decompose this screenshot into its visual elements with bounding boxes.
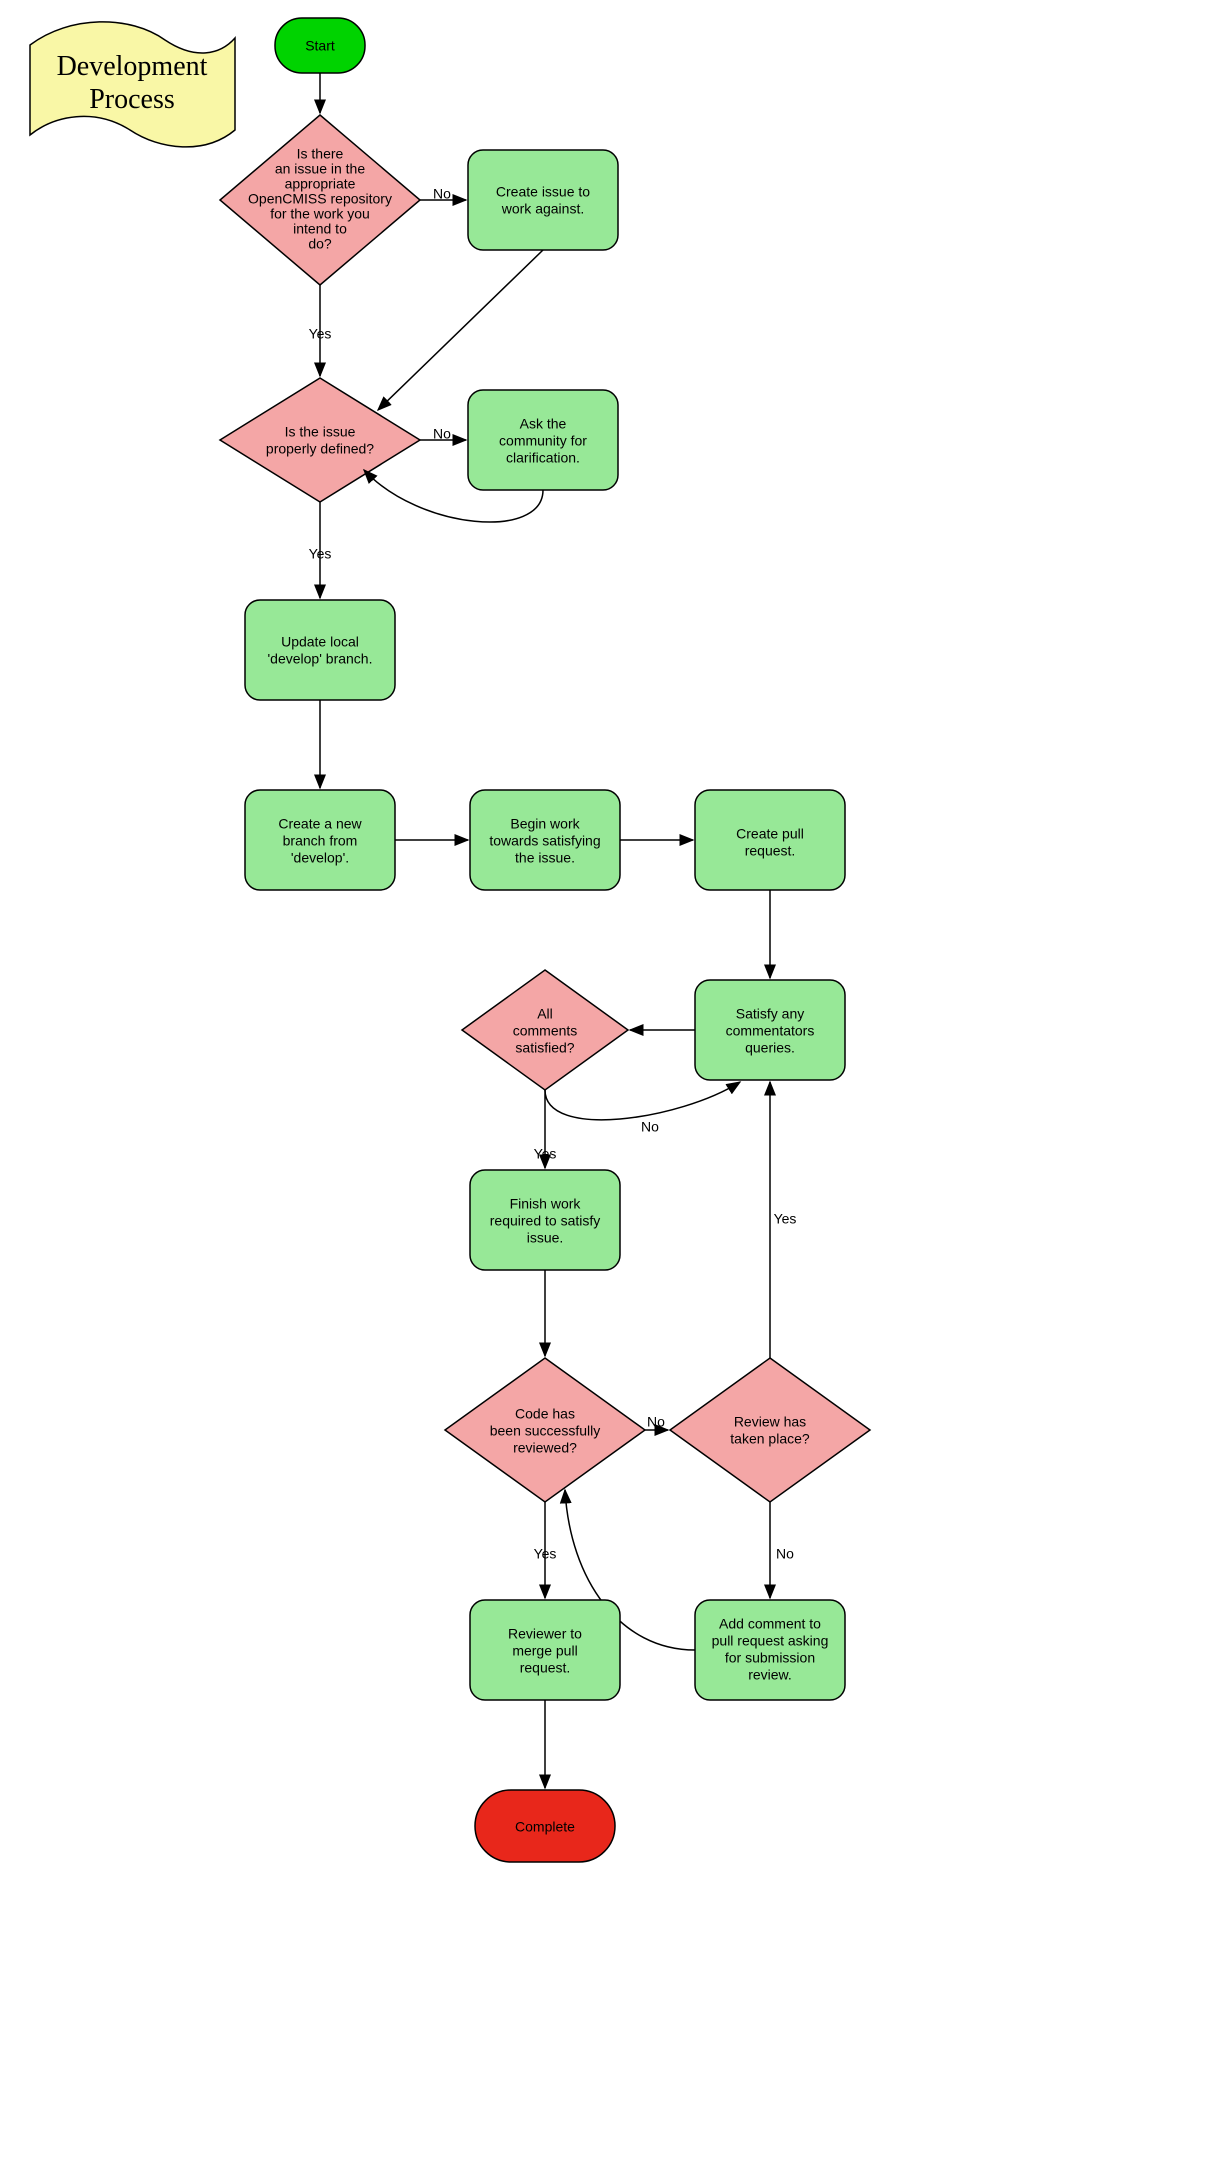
- svg-text:Satisfy any: Satisfy any: [736, 1006, 804, 1022]
- svg-text:request.: request.: [520, 1660, 571, 1676]
- title-line1: Development: [57, 51, 208, 82]
- svg-text:Create a new: Create a new: [278, 816, 362, 832]
- svg-text:clarification.: clarification.: [506, 450, 580, 466]
- label-yes-2: Yes: [309, 546, 332, 562]
- svg-text:Is there: Is there: [297, 146, 344, 162]
- edge-allcomments-satisfyqueries: [545, 1082, 740, 1120]
- label-no-5: No: [776, 1546, 794, 1562]
- svg-text:for the work you: for the work you: [270, 206, 370, 222]
- node-create-branch: Create a new branch from 'develop'.: [245, 790, 395, 890]
- svg-text:taken place?: taken place?: [730, 1431, 810, 1447]
- svg-text:Finish work: Finish work: [510, 1196, 582, 1212]
- svg-text:Create pull: Create pull: [736, 826, 804, 842]
- node-begin-work: Begin work towards satisfying the issue.: [470, 790, 620, 890]
- svg-text:Add comment to: Add comment to: [719, 1616, 821, 1632]
- label-no-3: No: [641, 1119, 659, 1135]
- svg-text:properly defined?: properly defined?: [266, 441, 374, 457]
- node-create-pr: Create pull request.: [695, 790, 845, 890]
- start-label: Start: [305, 38, 335, 54]
- svg-text:Ask the: Ask the: [520, 416, 567, 432]
- label-no-2: No: [433, 426, 451, 442]
- label-no-4: No: [647, 1414, 665, 1430]
- svg-text:OpenCMISS repository: OpenCMISS repository: [248, 191, 392, 207]
- svg-text:an issue in the: an issue in the: [275, 161, 365, 177]
- svg-text:All: All: [537, 1006, 553, 1022]
- svg-text:issue.: issue.: [527, 1230, 564, 1246]
- node-satisfy-queries: Satisfy any commentators queries.: [695, 980, 845, 1080]
- edge-createissue-issuedefined: [378, 250, 543, 410]
- svg-text:'develop'.: 'develop'.: [291, 850, 349, 866]
- complete-label: Complete: [515, 1819, 575, 1835]
- title-line2: Process: [89, 84, 175, 115]
- svg-text:commentators: commentators: [726, 1023, 815, 1039]
- title-banner: Development Process: [30, 22, 235, 147]
- svg-text:appropriate: appropriate: [285, 176, 356, 192]
- node-complete: Complete: [475, 1790, 615, 1862]
- label-yes-1: Yes: [309, 326, 332, 342]
- svg-text:reviewed?: reviewed?: [513, 1440, 577, 1456]
- svg-text:queries.: queries.: [745, 1040, 795, 1056]
- svg-text:branch from: branch from: [283, 833, 358, 849]
- svg-text:review.: review.: [748, 1667, 792, 1683]
- svg-text:been successfully: been successfully: [490, 1423, 601, 1439]
- svg-text:towards satisfying: towards satisfying: [489, 833, 600, 849]
- svg-text:Code has: Code has: [515, 1406, 575, 1422]
- svg-text:Is the issue: Is the issue: [285, 424, 356, 440]
- node-all-comments: All comments satisfied?: [462, 970, 628, 1090]
- svg-text:Create issue to: Create issue to: [496, 184, 590, 200]
- node-add-comment: Add comment to pull request asking for s…: [695, 1600, 845, 1700]
- svg-text:request.: request.: [745, 843, 796, 859]
- svg-text:comments: comments: [513, 1023, 578, 1039]
- label-yes-3: Yes: [534, 1146, 557, 1162]
- svg-text:Begin work: Begin work: [510, 816, 580, 832]
- svg-text:Update local: Update local: [281, 634, 359, 650]
- node-finish-work: Finish work required to satisfy issue.: [470, 1170, 620, 1270]
- svg-text:Review has: Review has: [734, 1414, 806, 1430]
- label-yes-5: Yes: [534, 1546, 557, 1562]
- node-code-reviewed: Code has been successfully reviewed?: [445, 1358, 645, 1502]
- svg-text:'develop' branch.: 'develop' branch.: [268, 651, 373, 667]
- svg-text:satisfied?: satisfied?: [515, 1040, 574, 1056]
- svg-text:intend to: intend to: [293, 221, 347, 237]
- node-ask-community: Ask the community for clarification.: [468, 390, 618, 490]
- flowchart-canvas: Development Process Start Is there an is…: [0, 0, 1225, 2180]
- svg-text:required to satisfy: required to satisfy: [490, 1213, 601, 1229]
- svg-text:community for: community for: [499, 433, 587, 449]
- svg-text:Reviewer to: Reviewer to: [508, 1626, 582, 1642]
- svg-text:merge pull: merge pull: [512, 1643, 577, 1659]
- node-update-local: Update local 'develop' branch.: [245, 600, 395, 700]
- node-issue-defined: Is the issue properly defined?: [220, 378, 420, 502]
- node-issue-exists: Is there an issue in the appropriate Ope…: [220, 115, 420, 285]
- svg-text:the issue.: the issue.: [515, 850, 575, 866]
- node-review-taken-place: Review has taken place?: [670, 1358, 870, 1502]
- label-yes-4: Yes: [774, 1211, 797, 1227]
- node-create-issue: Create issue to work against.: [468, 150, 618, 250]
- node-start: Start: [275, 18, 365, 73]
- svg-text:for submission: for submission: [725, 1650, 815, 1666]
- svg-text:do?: do?: [308, 236, 332, 252]
- svg-text:pull request asking: pull request asking: [712, 1633, 829, 1649]
- label-no-1: No: [433, 186, 451, 202]
- svg-text:work against.: work against.: [501, 201, 584, 217]
- node-reviewer-merge: Reviewer to merge pull request.: [470, 1600, 620, 1700]
